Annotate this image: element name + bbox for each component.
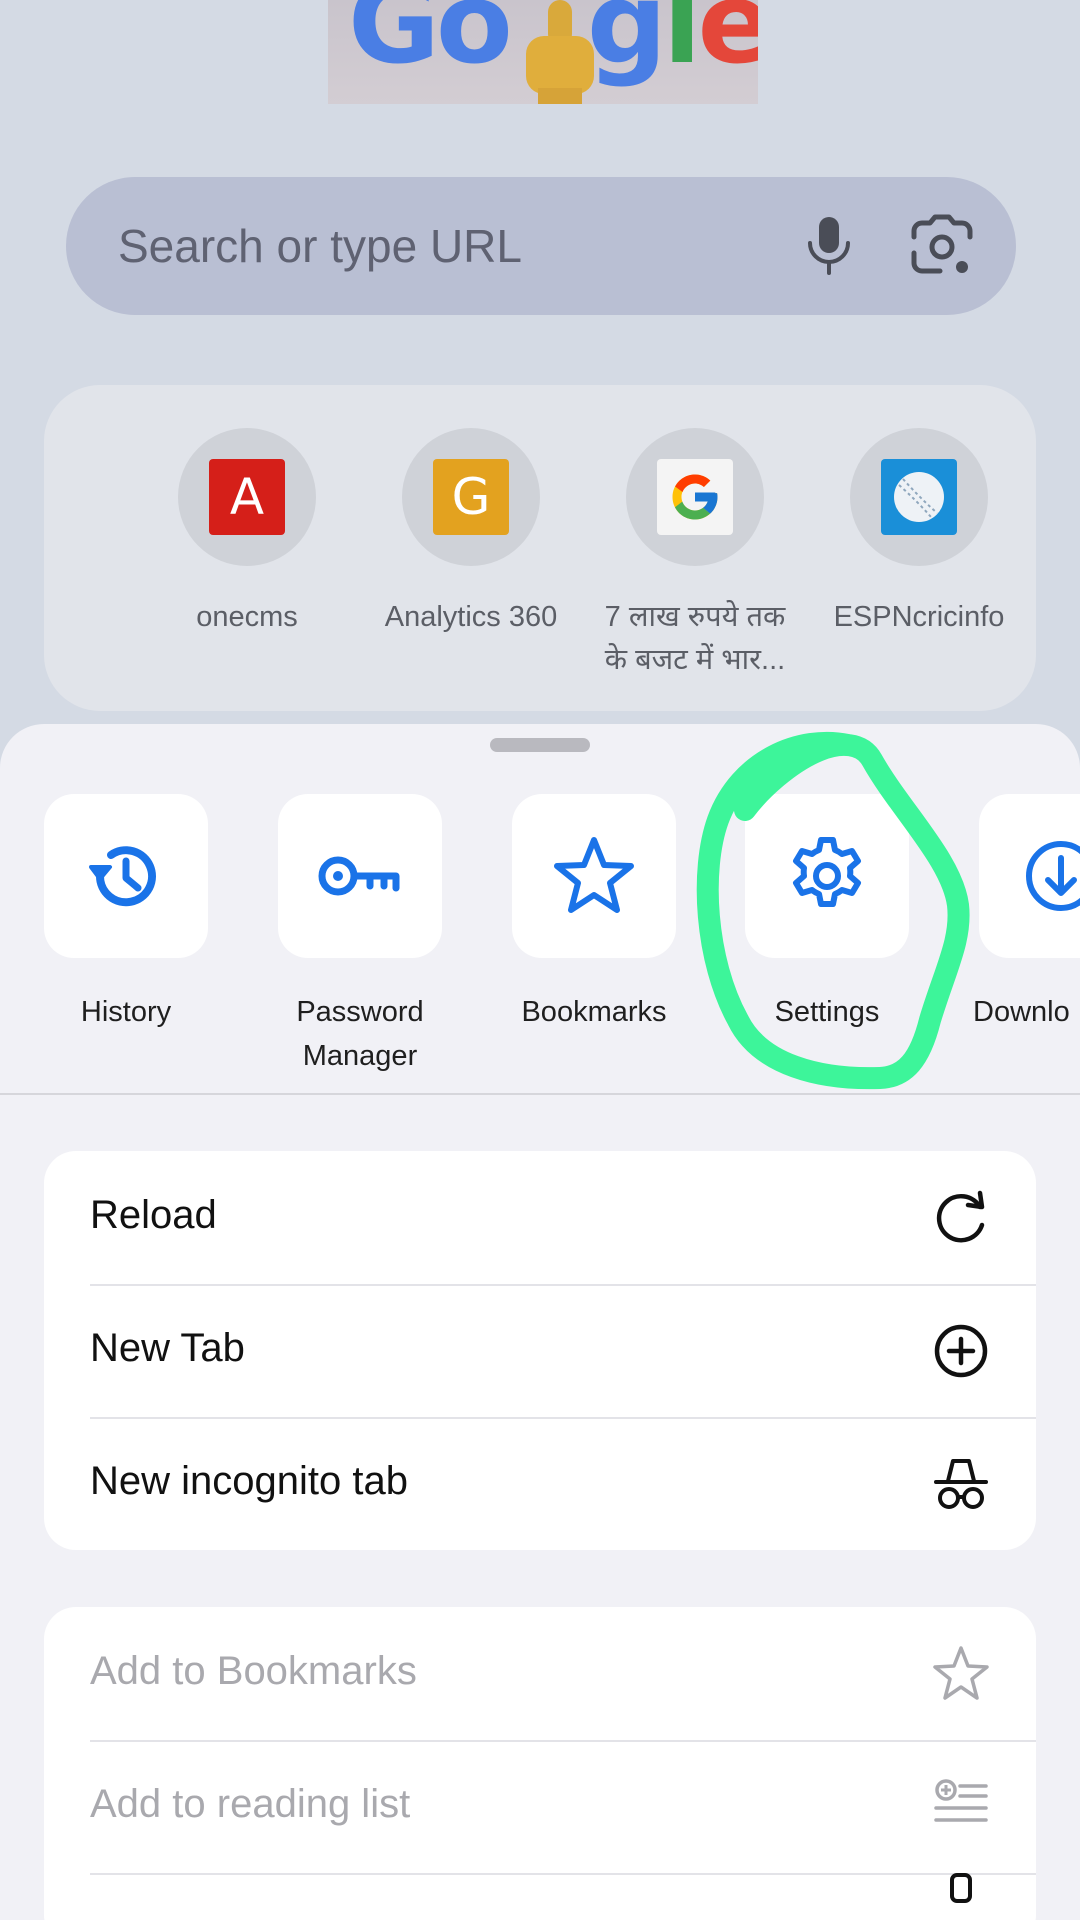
action-password-manager[interactable]: Password Manager bbox=[260, 794, 460, 1094]
partial-icon bbox=[950, 1873, 972, 1903]
action-label-line-2: Manager bbox=[302, 1040, 418, 1072]
analytics-logo-letter: G bbox=[451, 468, 491, 526]
section-divider bbox=[0, 1093, 1080, 1095]
cricket-ball-graphic bbox=[894, 472, 944, 522]
cricket-ball-icon bbox=[881, 459, 957, 535]
shortcut-icon-bg: A bbox=[178, 428, 316, 566]
shortcut-espncricinfo[interactable]: ESPNcricinfo bbox=[808, 428, 1030, 668]
action-bookmarks[interactable]: Bookmarks bbox=[494, 794, 694, 1094]
action-password-manager-box[interactable] bbox=[278, 794, 442, 958]
menu-item-label: Add to reading list bbox=[90, 1782, 411, 1826]
action-settings[interactable]: Settings bbox=[727, 794, 927, 1094]
onecms-logo-letter: A bbox=[229, 468, 265, 526]
action-label: Password Manager bbox=[230, 990, 490, 1078]
google-g-logo-icon bbox=[657, 459, 733, 535]
reading-list-icon bbox=[934, 1779, 988, 1822]
search-bar[interactable]: Search or type URL bbox=[66, 177, 1016, 315]
menu-item-add-to-reading-list[interactable]: Add to reading list bbox=[44, 1740, 1036, 1873]
shortcut-hindi-article[interactable]: 7 लाख रुपये तक के बजट में भार... bbox=[584, 428, 806, 676]
star-icon bbox=[554, 837, 634, 913]
most-visited-tiles: A onecms G Analytics 360 7 लाख रुपये तक bbox=[44, 385, 1036, 711]
shortcut-label-line-2: के बजट में भार... bbox=[604, 644, 786, 676]
menu-card-primary: Reload New Tab New incognito tab bbox=[44, 1151, 1036, 1550]
shortcut-label: onecms bbox=[196, 601, 298, 633]
shortcut-icon-bg bbox=[850, 428, 988, 566]
shortcut-onecms[interactable]: A onecms bbox=[136, 428, 358, 668]
action-label: History bbox=[80, 996, 172, 1028]
google-g-icon bbox=[672, 474, 718, 520]
menu-item-label: Add to Bookmarks bbox=[90, 1649, 417, 1693]
doodle-text-end: gle bbox=[586, 0, 758, 89]
analytics-logo-icon: G bbox=[433, 459, 509, 535]
shortcut-label: 7 लाख रुपये तक के बजट में भार... bbox=[584, 596, 806, 682]
menu-item-label: New Tab bbox=[90, 1326, 245, 1370]
action-settings-box[interactable] bbox=[745, 794, 909, 958]
action-label: Settings bbox=[774, 996, 880, 1028]
menu-item-label: New incognito tab bbox=[90, 1459, 408, 1503]
action-downloads[interactable]: Downlo bbox=[961, 794, 1080, 1094]
doodle-text-start: Go bbox=[348, 0, 513, 89]
shortcut-icon-bg: G bbox=[402, 428, 540, 566]
action-label: Downlo bbox=[973, 996, 1070, 1028]
incognito-icon bbox=[934, 1459, 988, 1509]
sheet-grabber[interactable] bbox=[490, 738, 590, 752]
menu-item-add-to-bookmarks[interactable]: Add to Bookmarks bbox=[44, 1607, 1036, 1740]
action-history-box[interactable] bbox=[44, 794, 208, 958]
action-label-line-1: Password bbox=[296, 996, 424, 1028]
action-label: Bookmarks bbox=[521, 996, 667, 1028]
shortcut-label: ESPNcricinfo bbox=[833, 601, 1005, 633]
overflow-menu-sheet: History Password Manager Bookmarks Setti… bbox=[0, 724, 1080, 1920]
reload-icon bbox=[936, 1190, 985, 1243]
shortcut-label-line-1: 7 लाख रुपये तक bbox=[604, 601, 786, 633]
star-outline-icon bbox=[933, 1646, 989, 1700]
action-bookmarks-box[interactable] bbox=[512, 794, 676, 958]
google-lens-icon[interactable] bbox=[906, 211, 978, 283]
search-input[interactable]: Search or type URL bbox=[118, 219, 522, 273]
shortcut-analytics-360[interactable]: G Analytics 360 bbox=[360, 428, 582, 668]
menu-item-label: Reload bbox=[90, 1193, 217, 1237]
action-downloads-box[interactable] bbox=[979, 794, 1080, 958]
shortcut-label: Analytics 360 bbox=[384, 601, 558, 633]
key-icon bbox=[318, 856, 400, 896]
menu-item-partial[interactable] bbox=[44, 1873, 1036, 1920]
raised-finger-icon bbox=[526, 0, 594, 104]
action-history[interactable]: History bbox=[26, 794, 226, 1094]
menu-item-new-tab[interactable]: New Tab bbox=[44, 1284, 1036, 1417]
gear-icon bbox=[793, 837, 861, 907]
download-icon bbox=[1026, 841, 1080, 911]
menu-item-new-incognito-tab[interactable]: New incognito tab bbox=[44, 1417, 1036, 1550]
menu-item-reload[interactable]: Reload bbox=[44, 1151, 1036, 1284]
menu-card-secondary: Add to Bookmarks Add to reading list bbox=[44, 1607, 1036, 1920]
shortcut-icon-bg bbox=[626, 428, 764, 566]
onecms-logo-icon: A bbox=[209, 459, 285, 535]
plus-circle-icon bbox=[934, 1324, 988, 1378]
history-icon bbox=[89, 846, 156, 907]
google-doodle[interactable]: Go gle bbox=[328, 0, 758, 104]
microphone-icon[interactable] bbox=[794, 211, 864, 281]
